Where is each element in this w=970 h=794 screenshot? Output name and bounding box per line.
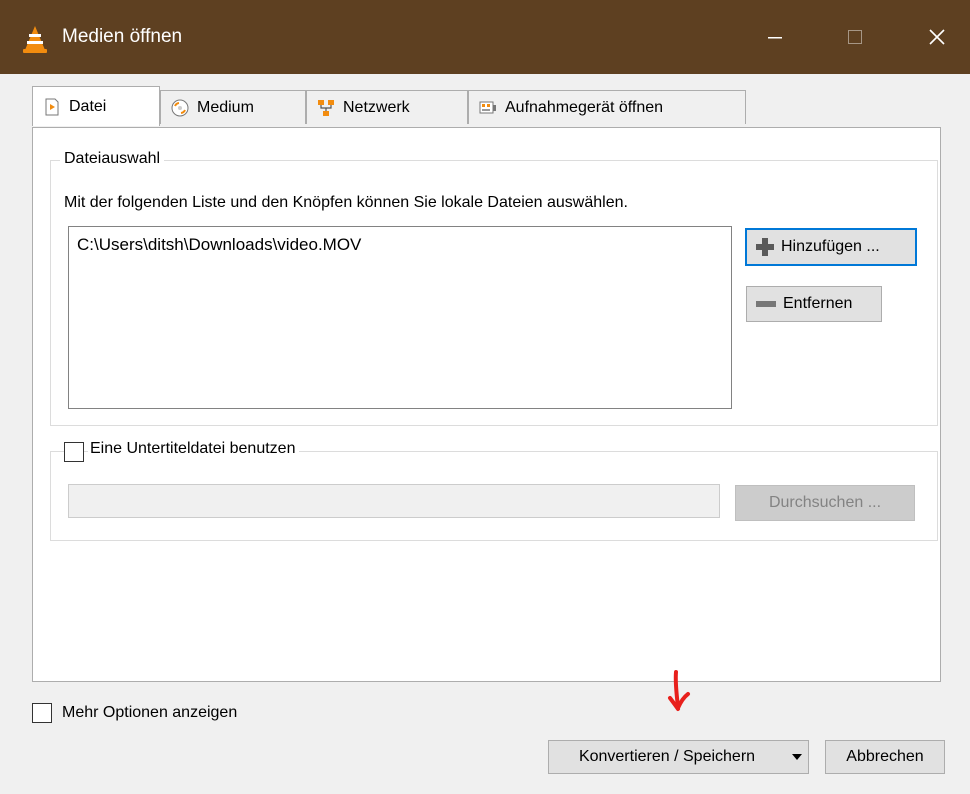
subtitle-path-field [68,484,720,518]
tab-label: Netzwerk [343,98,410,116]
tab-medium[interactable]: Medium [160,90,306,124]
file-selection-description: Mit der folgenden Liste und den Knöpfen … [64,194,628,211]
subtitle-checkbox-label[interactable]: Eine Untertiteldatei benutzen [88,440,300,458]
convert-dropdown-button[interactable] [785,740,809,774]
tab-label: Medium [197,98,254,116]
close-icon [929,29,945,45]
minus-icon [756,301,776,307]
file-icon [45,98,59,115]
tab-netzwerk[interactable]: Netzwerk [306,90,468,124]
title-bar[interactable]: Medien öffnen [0,0,970,74]
chevron-down-icon [791,754,802,760]
window-title: Medien öffnen [62,26,183,47]
tab-strip: Datei Medium Netzwerk Aufnahmegerät öffn… [32,86,772,128]
capture-device-icon [479,101,496,113]
remove-file-button[interactable]: Entfernen [746,286,882,322]
open-media-dialog: Medien öffnen Datei Medium Netzwerk Aufn… [0,0,970,794]
browse-subtitle-button: Durchsuchen ... [735,485,915,521]
convert-save-label: Konvertieren / Speichern [578,748,756,765]
remove-file-label: Entfernen [783,295,853,312]
browse-subtitle-label: Durchsuchen ... [768,494,882,511]
file-list[interactable]: C:\Users\ditsh\Downloads\video.MOV [68,226,732,409]
minimize-icon [768,37,782,39]
file-selection-legend: Dateiauswahl [60,150,165,168]
tab-aufnahmegeraet[interactable]: Aufnahmegerät öffnen [468,90,746,124]
plus-icon [756,238,774,256]
add-file-button[interactable]: Hinzufügen ... [745,228,917,266]
add-file-label: Hinzufügen ... [781,238,880,255]
maximize-button[interactable] [820,0,890,74]
subtitle-checkbox[interactable] [64,442,84,462]
network-icon [318,99,334,116]
convert-save-button[interactable]: Konvertieren / Speichern [548,740,786,774]
vlc-cone-icon [23,26,47,53]
tab-label: Aufnahmegerät öffnen [505,98,664,116]
maximize-icon [848,30,862,44]
disc-icon [171,99,189,116]
more-options-label[interactable]: Mehr Optionen anzeigen [62,704,237,722]
cancel-label: Abbrechen [846,748,924,765]
list-item[interactable]: C:\Users\ditsh\Downloads\video.MOV [77,235,361,255]
cancel-button[interactable]: Abbrechen [825,740,945,774]
tab-datei[interactable]: Datei [32,86,160,126]
tab-label: Datei [69,97,107,115]
more-options-checkbox[interactable] [32,703,52,723]
close-button[interactable] [902,0,970,74]
minimize-button[interactable] [740,0,810,74]
red-arrow-annotation-icon [668,670,690,711]
